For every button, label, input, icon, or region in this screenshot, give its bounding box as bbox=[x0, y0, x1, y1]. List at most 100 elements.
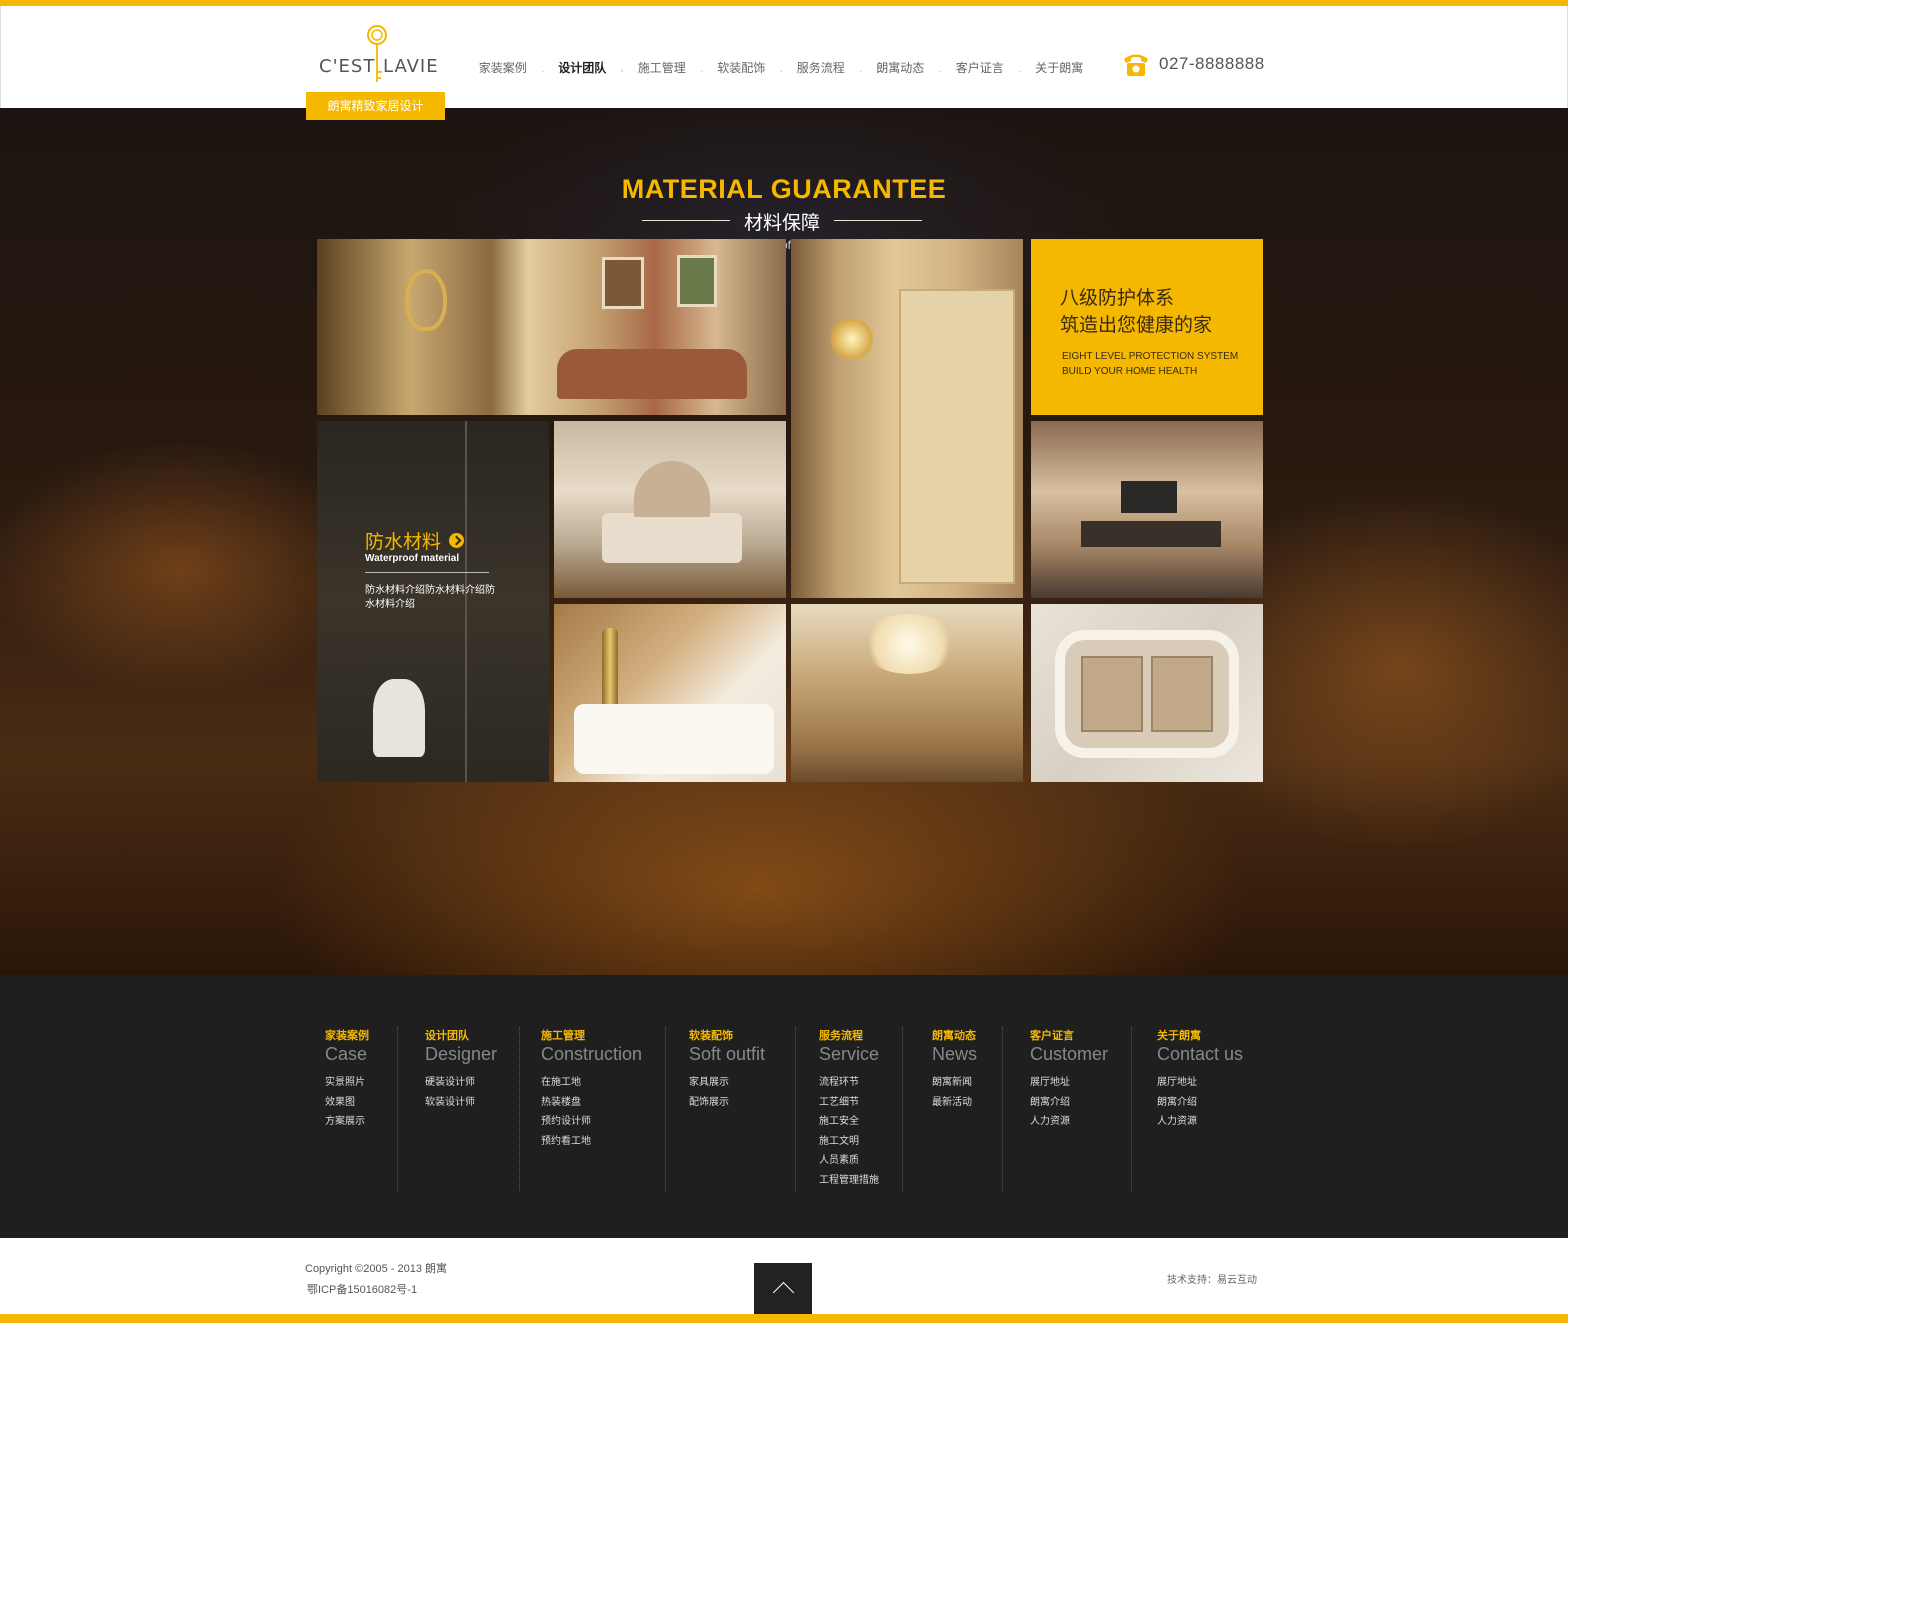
footer-link[interactable]: 人力资源 bbox=[1157, 1112, 1243, 1132]
nav-item[interactable]: 服务流程 · bbox=[781, 12, 863, 118]
nav-item[interactable]: 客户证言 · bbox=[940, 12, 1022, 118]
feature-subtitle: Waterproof material bbox=[365, 553, 460, 564]
footer-column-title[interactable]: 设计团队 bbox=[425, 1029, 497, 1043]
toilet-decoration bbox=[373, 679, 425, 757]
copyright: Copyright ©2005 - 2013 朗寓 bbox=[305, 1263, 448, 1275]
footer-link[interactable]: 效果图 bbox=[325, 1093, 369, 1113]
footer-column-divider bbox=[665, 1027, 666, 1191]
footer-link[interactable]: 施工文明 bbox=[819, 1132, 879, 1152]
nav-item-label: 客户证言 bbox=[955, 61, 1004, 75]
footer-column-title[interactable]: 软装配饰 bbox=[689, 1029, 765, 1043]
site-header: C'EST LAVIE 家装案例 · 设计团队 · 施工管理 · 软装配饰 · 服务流程 · 朗寓动… bbox=[0, 6, 1568, 118]
image-tile-switch[interactable] bbox=[1031, 604, 1263, 782]
footer-column-title-en[interactable]: Case bbox=[325, 1043, 369, 1065]
nav-item-label: 服务流程 bbox=[796, 61, 845, 75]
wardrobe-decoration bbox=[899, 289, 1015, 584]
footer-link[interactable]: 展厅地址 bbox=[1157, 1073, 1243, 1093]
footer-link[interactable]: 朗寓新闻 bbox=[932, 1073, 977, 1093]
section-title: MATERIAL GUARANTEE bbox=[621, 174, 947, 204]
footer-link[interactable]: 人力资源 bbox=[1030, 1112, 1108, 1132]
nav-item-label: 家装案例 bbox=[478, 61, 527, 75]
footer-column-divider bbox=[519, 1027, 520, 1191]
footer-column-divider bbox=[902, 1027, 903, 1191]
arrow-right-circle-icon[interactable] bbox=[449, 533, 465, 548]
ceiling-light-decoration bbox=[861, 614, 957, 674]
phone-contact: 027-8888888 bbox=[1121, 50, 1265, 78]
footer-column-title[interactable]: 关于朗寓 bbox=[1157, 1029, 1243, 1043]
footer-column-title-en[interactable]: Service bbox=[819, 1043, 879, 1065]
footer-link[interactable]: 流程环节 bbox=[819, 1073, 879, 1093]
feature-title-text: 防水材料 bbox=[365, 532, 442, 553]
promo-line-2: 筑造出您健康的家 bbox=[1060, 315, 1213, 336]
footer-column-title-en[interactable]: Designer bbox=[425, 1043, 497, 1065]
headboard-decoration bbox=[634, 461, 710, 517]
footer-link[interactable]: 预约看工地 bbox=[541, 1132, 642, 1152]
image-tile-faucet[interactable] bbox=[554, 604, 786, 782]
promo-tile[interactable]: 八级防护体系 筑造出您健康的家 EIGHT LEVEL PROTECTION S… bbox=[1031, 239, 1263, 415]
feature-tile-waterproof[interactable]: 防水材料 Waterproof material 防水材料介绍防水材料介绍防水材… bbox=[317, 421, 549, 782]
footer-column: 客户证言 Customer 展厅地址 朗寓介绍 人力资源 bbox=[1030, 1029, 1108, 1132]
footer-link[interactable]: 朗寓介绍 bbox=[1030, 1093, 1108, 1113]
switch-panel-decoration bbox=[1081, 656, 1143, 732]
promo-english: EIGHT LEVEL PROTECTION SYSTEM BUILD YOUR… bbox=[1062, 349, 1238, 379]
footer-column-title[interactable]: 朗寓动态 bbox=[932, 1029, 977, 1043]
footer-link[interactable]: 工程管理措施 bbox=[819, 1171, 879, 1191]
footer-link[interactable]: 方案展示 bbox=[325, 1112, 369, 1132]
subtitle-line-right bbox=[834, 220, 922, 221]
icp-number[interactable]: 鄂ICP备15016082号-1 bbox=[307, 1281, 417, 1297]
footer-column-title-en[interactable]: Soft outfit bbox=[689, 1043, 765, 1065]
feature-description: 防水材料介绍防水材料介绍防水材料介绍 bbox=[365, 585, 495, 610]
footer-column-title[interactable]: 客户证言 bbox=[1030, 1029, 1108, 1043]
image-tile-living-room[interactable] bbox=[317, 239, 786, 415]
footer-column-title[interactable]: 服务流程 bbox=[819, 1029, 879, 1043]
back-to-top-button[interactable] bbox=[754, 1263, 812, 1314]
nav-item[interactable]: 关于朗寓 bbox=[1020, 12, 1100, 118]
nav-item[interactable]: 朗寓动态 · bbox=[861, 12, 942, 118]
nav-item[interactable]: 施工管理 · bbox=[622, 12, 704, 118]
mirror-decoration bbox=[405, 269, 447, 331]
footer-link[interactable]: 朗寓介绍 bbox=[1157, 1093, 1243, 1113]
footer-column-title-en[interactable]: Construction bbox=[541, 1043, 642, 1065]
tech-support[interactable]: 技术支持：易云互动 bbox=[1167, 1271, 1257, 1286]
footer-link[interactable]: 硬装设计师 bbox=[425, 1073, 497, 1093]
footer-link[interactable]: 配饰展示 bbox=[689, 1093, 765, 1113]
footer-column: 服务流程 Service 流程环节 工艺细节 施工安全 施工文明 人员素质 工程管理措施 bbox=[819, 1029, 879, 1191]
footer-link[interactable]: 工艺细节 bbox=[819, 1093, 879, 1113]
footer-link[interactable]: 施工安全 bbox=[819, 1112, 879, 1132]
footer-link[interactable]: 热装楼盘 bbox=[541, 1093, 642, 1113]
footer-link[interactable]: 在施工地 bbox=[541, 1073, 642, 1093]
painting-decoration bbox=[677, 255, 717, 307]
image-tile-hall[interactable] bbox=[791, 604, 1023, 782]
promo-heading: 八级防护体系 筑造出您健康的家 bbox=[1060, 285, 1212, 339]
nav-item[interactable]: 软装配饰 · bbox=[702, 12, 783, 118]
nav-item-label: 施工管理 bbox=[637, 61, 686, 75]
footer-column-title-en[interactable]: Customer bbox=[1030, 1043, 1108, 1065]
nav-item[interactable]: 家装案例 · bbox=[463, 12, 545, 118]
footer-column-title-en[interactable]: News bbox=[932, 1043, 977, 1065]
section-subtitle: 材料保障 bbox=[743, 213, 820, 234]
footer-link[interactable]: 展厅地址 bbox=[1030, 1073, 1108, 1093]
footer-link[interactable]: 实景照片 bbox=[325, 1073, 369, 1093]
material-guarantee-section: MATERIAL GUARANTEE 材料保障 International so… bbox=[0, 108, 1568, 975]
image-tile-tv-wall[interactable] bbox=[1031, 421, 1263, 598]
image-tile-wardrobe[interactable] bbox=[791, 239, 1023, 598]
nav-item-label: 关于朗寓 bbox=[1035, 61, 1084, 75]
nav-item-label: 朗寓动态 bbox=[876, 61, 925, 75]
footer-link[interactable]: 软装设计师 bbox=[425, 1093, 497, 1113]
footer-link[interactable]: 预约设计师 bbox=[541, 1112, 642, 1132]
phone-icon bbox=[1124, 54, 1148, 76]
footer-column-title-en[interactable]: Contact us bbox=[1157, 1043, 1243, 1065]
footer-link[interactable]: 家具展示 bbox=[689, 1073, 765, 1093]
image-tile-bedroom[interactable] bbox=[554, 421, 786, 598]
feature-title[interactable]: 防水材料 bbox=[365, 527, 465, 554]
bottom-accent-line bbox=[0, 1314, 1568, 1323]
nav-item[interactable]: 设计团队 · bbox=[542, 6, 624, 118]
site-logo[interactable]: C'EST LAVIE bbox=[317, 24, 439, 86]
footer-link[interactable]: 人员素质 bbox=[819, 1151, 879, 1171]
footer-link[interactable]: 最新活动 bbox=[932, 1093, 977, 1113]
promo-en-line-2: BUILD YOUR HOME HEALTH bbox=[1062, 366, 1198, 377]
phone-number[interactable]: 027-8888888 bbox=[1159, 54, 1265, 74]
footer-column-title[interactable]: 家装案例 bbox=[325, 1029, 369, 1043]
footer-column-title[interactable]: 施工管理 bbox=[541, 1029, 642, 1043]
footer-column: 家装案例 Case 实景照片 效果图 方案展示 bbox=[325, 1029, 369, 1132]
